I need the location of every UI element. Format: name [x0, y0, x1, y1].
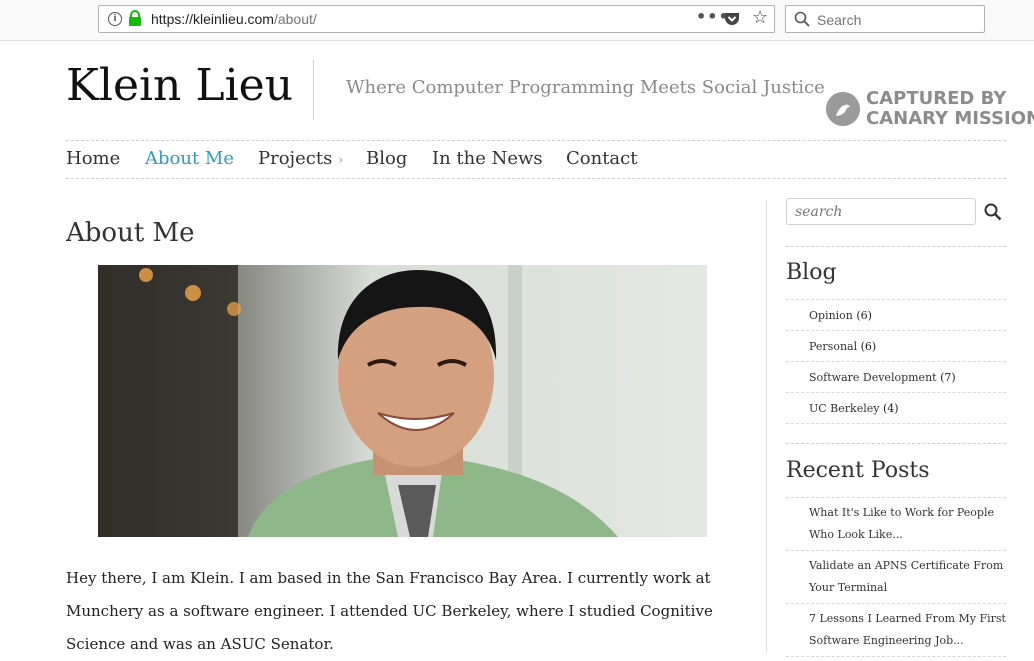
- sidebar-separator: [786, 246, 1006, 247]
- url-text: https://kleinlieu.com/about/: [151, 11, 317, 27]
- pocket-icon[interactable]: [724, 12, 740, 26]
- nav-item-blog[interactable]: Blog: [366, 148, 407, 169]
- header-divider: [313, 60, 314, 120]
- chevron-right-icon: ›: [338, 153, 344, 168]
- recent-posts-widget-title: Recent Posts: [786, 458, 930, 483]
- page-title: About Me: [66, 218, 195, 248]
- list-item: 7 Lessons I Learned From My First Softwa…: [786, 604, 1006, 657]
- category-count: (6): [856, 309, 872, 322]
- category-link-opinion[interactable]: Opinion: [809, 309, 853, 322]
- category-link-software-development[interactable]: Software Development: [809, 371, 937, 384]
- category-link-uc-berkeley[interactable]: UC Berkeley: [809, 402, 879, 415]
- canary-mission-watermark: CAPTURED BY CANARY MISSION: [826, 89, 1034, 133]
- list-item: Personal (6): [786, 331, 1006, 362]
- list-item: Opinion (6): [786, 300, 1006, 331]
- recent-post-link[interactable]: Validate an APNS Certificate From Your T…: [809, 559, 1003, 594]
- search-icon: [794, 11, 810, 27]
- browser-toolbar: i https://kleinlieu.com/about/ ••• ☆ Sea…: [0, 0, 1034, 41]
- lock-icon: [129, 10, 141, 26]
- category-link-personal[interactable]: Personal: [809, 340, 857, 353]
- sidebar-divider: [766, 200, 767, 653]
- category-count: (4): [882, 402, 899, 415]
- canary-bird-icon: [826, 92, 860, 126]
- nav-item-contact[interactable]: Contact: [566, 148, 637, 169]
- nav-item-in-the-news[interactable]: In the News: [432, 148, 543, 169]
- info-icon[interactable]: i: [108, 12, 122, 26]
- bio-paragraph: Hey there, I am Klein. I am based in the…: [66, 569, 713, 653]
- site-title[interactable]: Klein Lieu: [66, 60, 293, 111]
- nav-item-home[interactable]: Home: [66, 148, 120, 169]
- category-count: (7): [940, 371, 956, 384]
- nav-item-about-me[interactable]: About Me: [145, 148, 234, 169]
- recent-post-link[interactable]: What It's Like to Work for People Who Lo…: [809, 506, 994, 541]
- recent-posts-list: What It's Like to Work for People Who Lo…: [786, 497, 1006, 657]
- category-count: (6): [860, 340, 877, 353]
- site-tagline: Where Computer Programming Meets Social …: [346, 77, 825, 98]
- search-icon[interactable]: [984, 203, 1002, 221]
- category-list: Opinion (6) Personal (6) Software Develo…: [786, 299, 1006, 424]
- address-bar[interactable]: i https://kleinlieu.com/about/ ••• ☆: [98, 5, 775, 33]
- blog-widget-title: Blog: [786, 260, 837, 285]
- sidebar-search-input[interactable]: [795, 204, 965, 220]
- star-icon[interactable]: ☆: [752, 7, 768, 28]
- profile-photo-image: [98, 265, 707, 537]
- profile-photo: [98, 265, 707, 537]
- list-item: UC Berkeley (4): [786, 393, 1006, 424]
- list-item: Validate an APNS Certificate From Your T…: [786, 551, 1006, 604]
- nav-item-projects[interactable]: Projects ›: [258, 148, 343, 169]
- list-item: Software Development (7): [786, 362, 1006, 393]
- sidebar-separator: [786, 443, 1006, 444]
- sidebar-search: [786, 198, 976, 225]
- browser-search-box[interactable]: Search: [785, 5, 985, 33]
- list-item: What It's Like to Work for People Who Lo…: [786, 498, 1006, 551]
- watermark-text: CAPTURED BY CANARY MISSION: [866, 88, 1034, 129]
- main-nav: Home About Me Projects › Blog In the New…: [66, 140, 1006, 179]
- browser-search-placeholder: Search: [817, 12, 862, 28]
- recent-post-link[interactable]: 7 Lessons I Learned From My First Softwa…: [809, 612, 1006, 647]
